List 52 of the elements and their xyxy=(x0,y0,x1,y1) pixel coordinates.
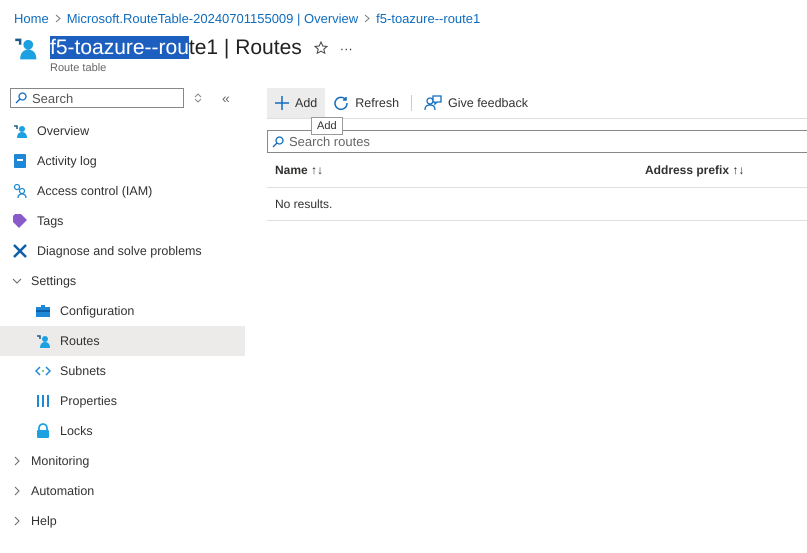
chevron-icon xyxy=(12,456,22,466)
page-title: f5-toazure--route1 | Routes xyxy=(50,35,302,61)
toolbar-button[interactable]: Refresh xyxy=(325,88,408,118)
chevron-icon xyxy=(54,14,61,23)
nav-group[interactable]: Monitoring xyxy=(0,446,245,476)
briefcase-icon xyxy=(35,303,51,319)
nav-group[interactable]: Automation xyxy=(0,476,245,506)
search-icon xyxy=(15,92,27,104)
tag-icon xyxy=(12,213,28,229)
nav-item[interactable]: Subnets xyxy=(0,356,245,386)
empty-message: No results. xyxy=(275,197,332,211)
nav-item[interactable]: Tags xyxy=(0,206,245,236)
toolbar-button[interactable]: Add xyxy=(267,88,326,118)
column-header[interactable]: Name ↑↓ xyxy=(267,163,645,177)
log-icon xyxy=(12,153,28,169)
chevron-icon xyxy=(12,486,22,496)
page-subtitle: Route table xyxy=(49,62,108,74)
people-icon xyxy=(12,183,28,199)
plus-icon xyxy=(275,96,289,110)
toolbar-button[interactable]: Give feedback xyxy=(416,88,536,118)
nav-item[interactable]: Locks xyxy=(0,416,245,446)
wrench-icon xyxy=(12,243,28,259)
column-header[interactable]: Address prefix ↑↓ xyxy=(645,163,744,177)
chevron-icon xyxy=(12,516,22,526)
chevron-icon xyxy=(12,276,22,286)
nav-item[interactable]: Configuration xyxy=(0,296,245,326)
nav-item[interactable]: Activity log xyxy=(0,146,245,176)
bars-icon xyxy=(35,393,51,409)
feedback-icon xyxy=(424,95,442,111)
search-field[interactable]: Search xyxy=(10,88,184,108)
refresh-icon xyxy=(333,95,350,111)
collapse-button[interactable]: « xyxy=(222,90,230,106)
chevron-icon xyxy=(364,14,370,23)
search-field[interactable]: Search routes xyxy=(267,130,807,153)
nav-item[interactable]: Overview xyxy=(0,116,245,146)
nav-item[interactable]: Routes xyxy=(0,326,245,356)
lock-icon xyxy=(35,423,51,439)
people-icon xyxy=(35,333,51,349)
breadcrumb-link[interactable]: Home xyxy=(14,11,49,26)
more-button[interactable]: ··· xyxy=(340,40,353,56)
people-icon xyxy=(12,123,28,139)
breadcrumb-link[interactable]: Microsoft.RouteTable-20240701155009 | Overview xyxy=(66,11,358,26)
tooltip: Add xyxy=(311,117,343,135)
nav-group[interactable]: Settings xyxy=(0,266,245,296)
star-icon[interactable] xyxy=(314,41,328,55)
search-icon xyxy=(272,136,284,148)
nav-item[interactable]: Properties xyxy=(0,386,245,416)
nav-item[interactable]: Diagnose and solve problems xyxy=(0,236,245,266)
nav-item[interactable]: Access control (IAM) xyxy=(0,176,245,206)
sort-icon[interactable] xyxy=(194,93,202,103)
nav-group[interactable]: Help xyxy=(0,506,245,536)
breadcrumb-link[interactable]: f5-toazure--route1 xyxy=(376,11,480,26)
